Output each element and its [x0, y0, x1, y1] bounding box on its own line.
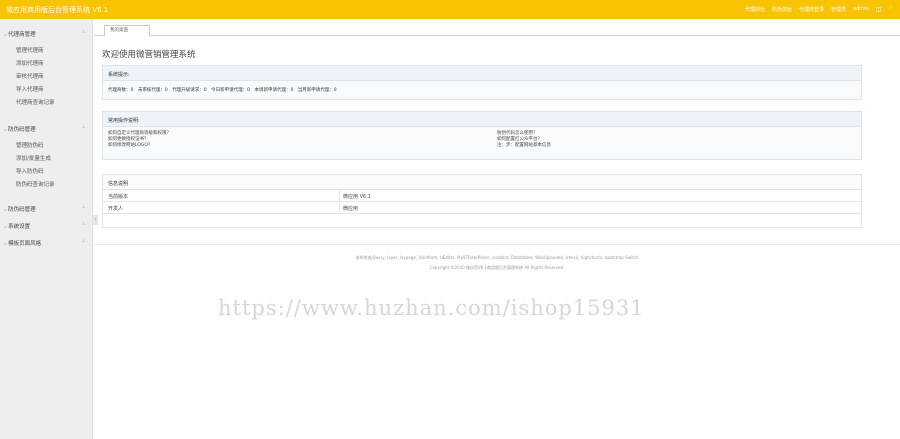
top-link-antifake-front[interactable]: 防伪前台: [772, 6, 792, 13]
admin-username[interactable]: admin: [853, 6, 869, 12]
top-link-agent-front[interactable]: 代理前台: [745, 6, 765, 13]
chevron-up-icon: ⊥: [81, 124, 86, 130]
sidebar-item-manage-agents[interactable]: 管理代理商: [16, 46, 44, 54]
table-row: 当前版本 微应用 V6.1: [103, 190, 861, 202]
footer-credits: 该系统由jQuery, layer, laypage, Validform, U…: [355, 255, 639, 260]
sidebar-item-add-agent[interactable]: 添加代理商: [16, 59, 44, 67]
app-title: 微应用商用版后台管理系统 V6.1: [6, 6, 109, 14]
top-link-agent-login[interactable]: 代理商登录: [799, 6, 824, 13]
tab-my-desktop[interactable]: 我的桌面: [104, 25, 150, 36]
sidebar-group-label: 代理商管理: [4, 30, 36, 38]
sidebar-item-import-agents[interactable]: 导入代理商: [16, 85, 44, 93]
info-value: 微应用: [343, 206, 359, 212]
sidebar-group-label: 模板页面风格: [4, 239, 41, 247]
sidebar-item-manage-codes[interactable]: 管理防伪码: [16, 141, 44, 149]
page-title: 欢迎使用微营销管理系统: [102, 50, 196, 60]
panel-title: 常用操作说明:: [103, 112, 861, 127]
panel-title: 系统提示:: [103, 66, 861, 81]
top-header: 微应用商用版后台管理系统 V6.1 代理前台 防伪前台 代理商登录 管理员 ad…: [0, 0, 900, 19]
chevron-down-icon: ⊥: [81, 221, 86, 227]
main-content: 欢迎使用微营销管理系统 系统提示: 代理商数：0 未审核代理：0 代理升级请求：…: [94, 37, 900, 439]
operations-left-column: 如何自定义代理商等级和权限？ 如何更换授权证书？ 如何修改网站LOGO？: [108, 131, 171, 149]
info-key: 开发人: [108, 206, 124, 212]
stats-text: 代理商数：0 未审核代理：0 代理升级请求：0 今日新申请代理：0 本周新申请代…: [103, 81, 861, 99]
sidebar-item-import-codes[interactable]: 导入防伪码: [16, 167, 44, 175]
sidebar-group-label: 系统设置: [4, 222, 30, 230]
sidebar-group-settings[interactable]: 系统设置 ⊥: [0, 219, 93, 231]
logout-icon[interactable]: ⌷: [888, 5, 892, 13]
info-key: 当前版本: [108, 194, 129, 200]
sidebar-group-label: 防伪码管理: [4, 205, 36, 213]
help-note: 注：步：配置网站基本信息: [497, 143, 551, 148]
tab-strip: 我的桌面: [94, 19, 900, 36]
panel-title: 信息说明: [103, 175, 861, 190]
info-value: 微应用 V6.1: [343, 194, 371, 200]
sidebar-group-agents[interactable]: 代理商管理 ⊥: [0, 27, 93, 39]
user-icon[interactable]: ◫: [876, 6, 882, 13]
operations-panel: 常用操作说明: 如何自定义代理商等级和权限？ 如何更换授权证书？ 如何修改网站L…: [102, 111, 862, 160]
watermark: https://www.huzhan.com/ishop15931: [218, 296, 645, 320]
info-panel: 信息说明 当前版本 微应用 V6.1 开发人 微应用: [102, 174, 862, 228]
sidebar: 代理商管理 ⊥ 管理代理商 添加代理商 审核代理商 导入代理商 代理商查询记录 …: [0, 19, 93, 439]
sidebar-item-batch-generate[interactable]: 添加/批量生成: [16, 154, 51, 162]
top-link-admin-role: 管理员: [831, 6, 847, 13]
sidebar-group-templates[interactable]: 模板页面风格 ⊥: [0, 236, 93, 248]
table-row: 开发人 微应用: [103, 202, 861, 214]
chevron-down-icon: ⊥: [81, 204, 86, 210]
top-menu: 代理前台 防伪前台 代理商登录 管理员 admin ◫ ⌷: [745, 5, 892, 13]
sidebar-item-agent-query-log[interactable]: 代理商查询记录: [16, 98, 55, 106]
chevron-down-icon: ⊥: [81, 238, 86, 244]
sidebar-group-antifake[interactable]: 防伪码管理 ⊥: [0, 122, 93, 134]
sidebar-item-review-agents[interactable]: 审核代理商: [16, 72, 44, 80]
help-link[interactable]: 如何修改网站LOGO？: [108, 143, 171, 149]
sidebar-group-label: 防伪码管理: [4, 125, 36, 133]
sidebar-item-code-query-log[interactable]: 防伪码查询记录: [16, 180, 55, 188]
chevron-up-icon: ⊥: [81, 29, 86, 35]
operations-right-column: 防伪代码怎么使用？ 如何配置红公众平台？ 注：步：配置网站基本信息: [497, 131, 551, 149]
sidebar-group-antifake-2[interactable]: 防伪码管理 ⊥: [0, 202, 93, 214]
divider: [94, 244, 900, 245]
system-stats-panel: 系统提示: 代理商数：0 未审核代理：0 代理升级请求：0 今日新申请代理：0 …: [102, 65, 862, 100]
footer-copyright: Copyright ©2020 微应用V6.1商用版后台管理系统 All Rig…: [429, 265, 565, 270]
